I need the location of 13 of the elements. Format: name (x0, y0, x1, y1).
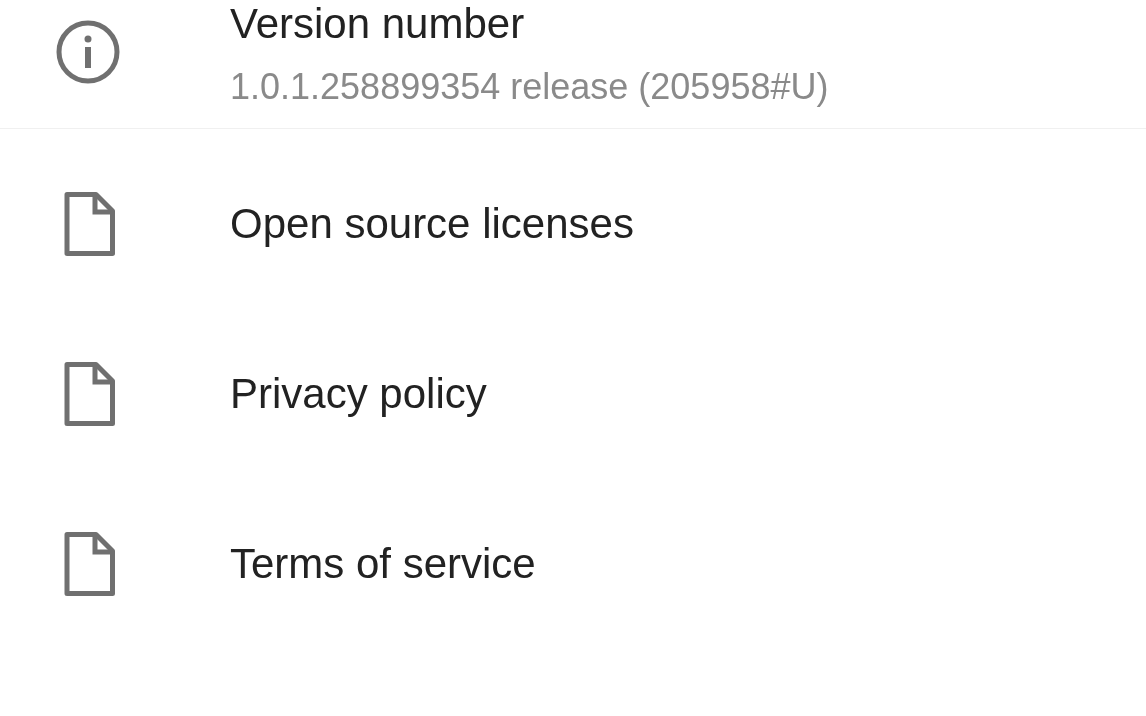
info-icon (56, 20, 120, 84)
list-item[interactable]: Version number 1.0.1.258899354 release (205958#U) (0, 0, 1146, 128)
item-title: Open source licenses (230, 199, 634, 249)
document-icon (63, 532, 115, 596)
list-item[interactable]: Open source licenses (0, 139, 1146, 309)
item-subtitle: 1.0.1.258899354 release (205958#U) (230, 65, 829, 109)
item-title: Version number (230, 0, 526, 49)
list-item[interactable]: Terms of service (0, 479, 1146, 649)
list-item[interactable]: Privacy policy (0, 309, 1146, 479)
item-title: Terms of service (230, 539, 536, 589)
document-icon (63, 192, 115, 256)
document-icon (63, 362, 115, 426)
item-title: Privacy policy (230, 369, 487, 419)
